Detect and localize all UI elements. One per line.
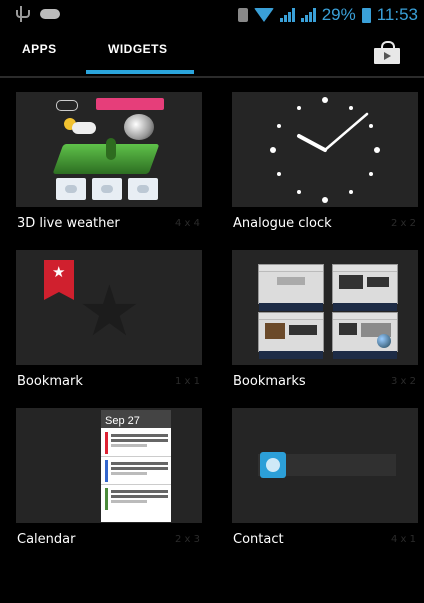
calendar-date: Sep 27 bbox=[105, 415, 140, 427]
forecast-card bbox=[128, 178, 158, 200]
star-icon: ★ bbox=[78, 270, 141, 352]
tab-apps[interactable]: APPS bbox=[22, 42, 57, 56]
widget-size: 4 x 4 bbox=[175, 218, 200, 229]
calendar-event bbox=[105, 460, 168, 482]
widget-size: 1 x 1 bbox=[175, 376, 200, 387]
widget-analogue-clock[interactable]: Analogue clock 2 x 2 bbox=[232, 92, 424, 242]
system-icons: 29% 11:53 bbox=[237, 5, 418, 25]
cloud-icon bbox=[72, 122, 96, 134]
widget-size: 2 x 2 bbox=[391, 218, 416, 229]
widget-preview bbox=[232, 250, 418, 365]
bookmark-thumbnail bbox=[332, 264, 398, 311]
notification-icons bbox=[14, 6, 60, 22]
forecast-card bbox=[92, 178, 122, 200]
widget-preview bbox=[232, 92, 418, 207]
widget-size: 2 x 3 bbox=[175, 534, 200, 545]
moon-icon bbox=[124, 114, 154, 140]
widget-size: 3 x 2 bbox=[391, 376, 416, 387]
wifi-icon bbox=[253, 8, 274, 22]
calendar-event bbox=[105, 488, 168, 510]
widget-preview bbox=[232, 408, 418, 523]
widget-label: Contact bbox=[233, 532, 284, 547]
location-bar bbox=[96, 98, 164, 110]
widget-contact[interactable]: Contact 4 x 1 bbox=[232, 408, 424, 558]
calendar-event bbox=[105, 432, 168, 454]
calendar-preview: Sep 27 bbox=[101, 410, 171, 522]
battery-percent: 29% bbox=[321, 5, 356, 24]
gamepad-icon bbox=[40, 9, 60, 19]
usb-icon bbox=[14, 6, 30, 22]
status-bar: 29% 11:53 bbox=[0, 0, 424, 28]
sim-icon bbox=[237, 8, 248, 22]
bookmark-thumbnail bbox=[258, 264, 324, 311]
forecast-card bbox=[56, 178, 86, 200]
play-store-icon[interactable] bbox=[372, 40, 402, 64]
widget-label: Bookmark bbox=[17, 374, 83, 389]
bookmark-icon: ★ bbox=[44, 260, 74, 300]
contact-icon bbox=[260, 452, 286, 478]
signal-icon bbox=[279, 8, 295, 22]
widget-preview bbox=[16, 92, 202, 207]
toggle-icon bbox=[56, 100, 78, 111]
tab-widgets[interactable]: WIDGETS bbox=[108, 42, 168, 56]
widget-preview: Sep 27 bbox=[16, 408, 202, 523]
globe-icon bbox=[377, 334, 391, 348]
signal-icon bbox=[300, 8, 316, 22]
clock-time: 11:53 bbox=[376, 5, 418, 24]
widget-bookmarks[interactable]: Bookmarks 3 x 2 bbox=[232, 250, 424, 400]
widget-size: 4 x 1 bbox=[391, 534, 416, 545]
battery-icon bbox=[361, 7, 371, 23]
widget-label: Bookmarks bbox=[233, 374, 306, 389]
widget-3d-live-weather[interactable]: 3D live weather 4 x 4 bbox=[16, 92, 212, 242]
active-tab-indicator bbox=[86, 70, 194, 74]
bookmark-thumbnail bbox=[258, 312, 324, 359]
tree-graphic bbox=[106, 138, 116, 160]
widget-label: 3D live weather bbox=[17, 216, 120, 231]
widget-label: Calendar bbox=[17, 532, 76, 547]
tab-bar: APPS WIDGETS bbox=[0, 28, 424, 78]
widget-calendar[interactable]: Sep 27 Calendar 2 x 3 bbox=[16, 408, 212, 558]
widget-bookmark[interactable]: ★ ★ Bookmark 1 x 1 bbox=[16, 250, 212, 400]
widget-preview: ★ ★ bbox=[16, 250, 202, 365]
widget-label: Analogue clock bbox=[233, 216, 332, 231]
analogue-clock-icon bbox=[270, 97, 380, 203]
